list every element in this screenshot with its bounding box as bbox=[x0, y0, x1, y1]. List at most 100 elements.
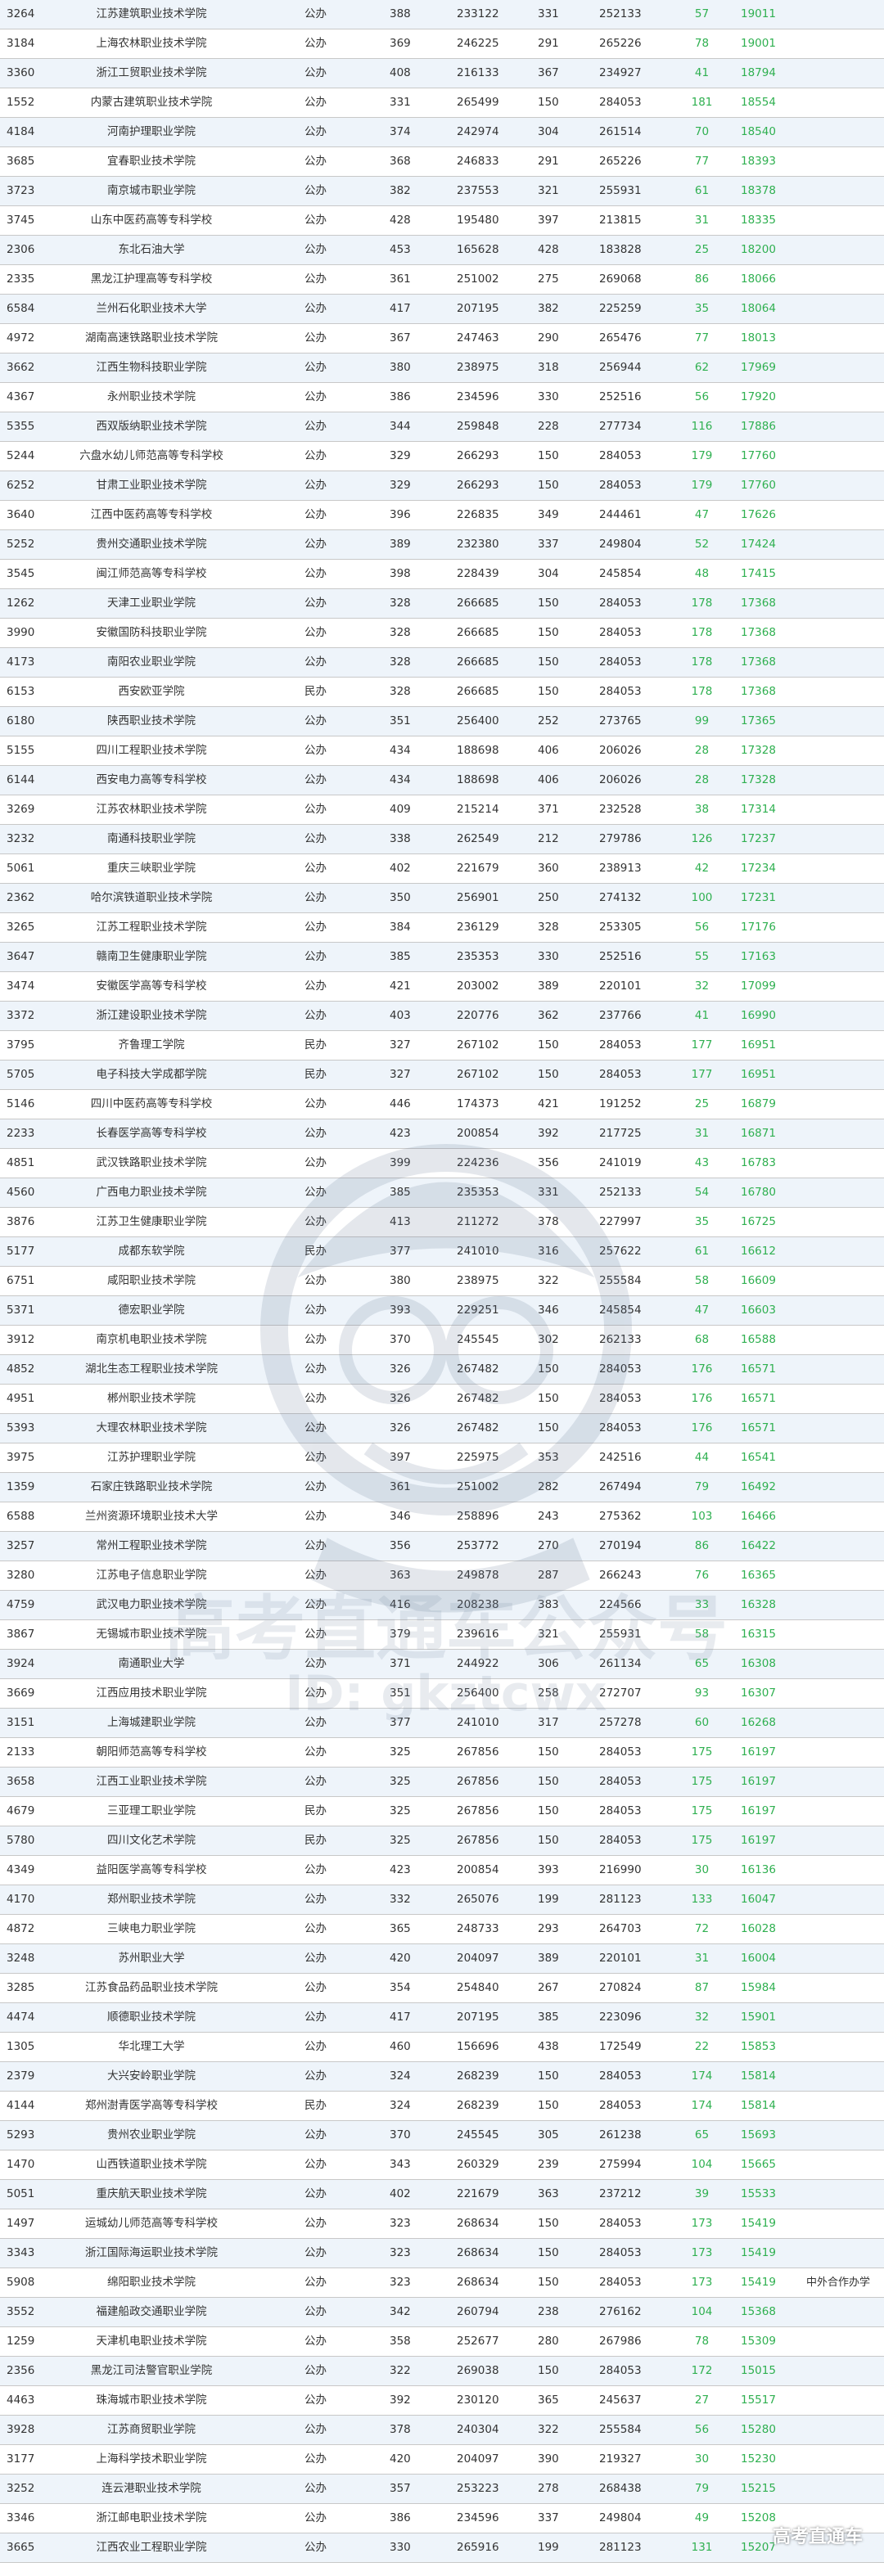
cell-value: 15208 bbox=[741, 2511, 776, 2524]
cell-min-rank: 267482 bbox=[457, 1392, 499, 1405]
cell-code: 5155 bbox=[7, 744, 35, 757]
cell-code: 6588 bbox=[7, 1510, 35, 1523]
cell-min-rank: 267102 bbox=[457, 1068, 499, 1081]
cell-value: 18064 bbox=[741, 302, 776, 315]
table-row: 3665 江西农业工程职业学院 公办 330 265916 199 281123 131 152… bbox=[0, 2533, 884, 2563]
cell-low-score: 275 bbox=[538, 272, 559, 286]
cell-low-rank: 265476 bbox=[599, 331, 642, 345]
cell-min-rank: 226835 bbox=[457, 508, 499, 521]
table-row: 1262 天津工业职业学院 公办 328 266685 150 284053 178 17368 bbox=[0, 589, 884, 619]
cell-type: 公办 bbox=[304, 773, 327, 786]
cell-min-score: 323 bbox=[390, 2246, 411, 2259]
cell-min-score: 367 bbox=[390, 331, 411, 345]
cell-code: 2233 bbox=[7, 1127, 35, 1140]
cell-min-score: 384 bbox=[390, 921, 411, 934]
table-row: 5252 贵州交通职业技术学院 公办 389 232380 337 249804 52 1742… bbox=[0, 530, 884, 560]
cell-min-rank: 216133 bbox=[457, 66, 499, 79]
cell-diff: 60 bbox=[694, 1716, 710, 1729]
table-row: 3184 上海农林职业技术学院 公办 369 246225 291 265226 78 1900… bbox=[0, 29, 884, 59]
cell-diff: 178 bbox=[691, 597, 713, 610]
cell-type: 公办 bbox=[304, 1274, 327, 1287]
cell-type: 公办 bbox=[304, 2069, 327, 2083]
table-row: 5155 四川工程职业技术学院 公办 434 188698 406 206026 28 1732… bbox=[0, 736, 884, 766]
cell-low-score: 360 bbox=[538, 862, 559, 875]
cell-code: 3552 bbox=[7, 2305, 35, 2318]
table-row: 5780 四川文化艺术学院 民办 325 267856 150 284053 175 16197 bbox=[0, 1826, 884, 1856]
cell-school: 南京机电职业技术学院 bbox=[96, 1333, 207, 1346]
cell-min-rank: 266685 bbox=[457, 655, 499, 669]
cell-low-score: 150 bbox=[538, 1392, 559, 1405]
table-row: 5177 成都东软学院 民办 377 241010 316 257622 61 16612 bbox=[0, 1237, 884, 1267]
cell-min-rank: 204097 bbox=[457, 2452, 499, 2466]
cell-min-score: 361 bbox=[390, 1480, 411, 1493]
cell-low-rank: 241019 bbox=[599, 1156, 642, 1169]
cell-min-rank: 246225 bbox=[457, 37, 499, 50]
cell-min-rank: 225975 bbox=[457, 1451, 499, 1464]
table-row: 1552 内蒙古建筑职业技术学院 公办 331 265499 150 284053 181 18… bbox=[0, 88, 884, 118]
cell-value: 17234 bbox=[741, 862, 776, 875]
cell-diff: 65 bbox=[694, 2128, 710, 2141]
cell-value: 15015 bbox=[741, 2364, 776, 2377]
cell-code: 1359 bbox=[7, 1480, 35, 1493]
cell-school: 江苏食品药品职业技术学院 bbox=[85, 1981, 218, 1994]
cell-value: 16603 bbox=[741, 1304, 776, 1317]
cell-min-score: 385 bbox=[390, 1186, 411, 1199]
cell-type: 公办 bbox=[304, 1186, 327, 1199]
cell-low-rank: 284053 bbox=[599, 655, 642, 669]
cell-low-rank: 264703 bbox=[599, 1922, 642, 1935]
cell-low-score: 330 bbox=[538, 950, 559, 963]
cell-value: 18540 bbox=[741, 125, 776, 138]
table-row: 4852 湖北生态工程职业技术学院 公办 326 267482 150 284053 176 1… bbox=[0, 1355, 884, 1385]
cell-code: 3252 bbox=[7, 2482, 35, 2495]
cell-diff: 79 bbox=[694, 1480, 710, 1493]
cell-value: 16879 bbox=[741, 1097, 776, 1110]
cell-code: 3232 bbox=[7, 832, 35, 845]
cell-low-rank: 265226 bbox=[599, 155, 642, 168]
cell-min-rank: 267482 bbox=[457, 1362, 499, 1376]
cell-min-rank: 242974 bbox=[457, 125, 499, 138]
cell-min-score: 328 bbox=[390, 626, 411, 639]
cell-low-score: 397 bbox=[538, 214, 559, 227]
cell-type: 民办 bbox=[304, 2099, 327, 2112]
cell-low-score: 389 bbox=[538, 1952, 559, 1965]
table-row: 5061 重庆三峡职业学院 公办 402 221679 360 238913 42 17234 bbox=[0, 854, 884, 884]
cell-low-score: 406 bbox=[538, 773, 559, 786]
cell-school: 江西农业工程职业学院 bbox=[96, 2541, 207, 2554]
cell-school: 郴州职业技术学院 bbox=[107, 1392, 196, 1405]
cell-low-rank: 255931 bbox=[599, 1628, 642, 1641]
cell-min-rank: 230120 bbox=[457, 2394, 499, 2407]
cell-low-score: 238 bbox=[538, 2305, 559, 2318]
cell-diff: 86 bbox=[694, 1539, 710, 1552]
cell-code: 5393 bbox=[7, 1421, 35, 1434]
cell-low-score: 385 bbox=[538, 2011, 559, 2024]
cell-low-rank: 284053 bbox=[599, 2099, 642, 2112]
cell-low-score: 393 bbox=[538, 1863, 559, 1876]
cell-code: 3184 bbox=[7, 37, 35, 50]
cell-code: 3867 bbox=[7, 1628, 35, 1641]
table-row: 6252 甘肃工业职业技术学院 公办 329 266293 150 284053 179 177… bbox=[0, 471, 884, 501]
cell-min-score: 331 bbox=[390, 96, 411, 109]
cell-diff: 65 bbox=[694, 1657, 710, 1670]
cell-min-score: 370 bbox=[390, 2128, 411, 2141]
cell-diff: 104 bbox=[691, 2305, 713, 2318]
cell-low-rank: 261238 bbox=[599, 2128, 642, 2141]
cell-school: 宜春职业技术学院 bbox=[107, 155, 196, 168]
cell-code: 2335 bbox=[7, 272, 35, 286]
table-row: 3928 江苏商贸职业学院 公办 378 240304 322 255584 56 15280 bbox=[0, 2416, 884, 2445]
cell-value: 16315 bbox=[741, 1628, 776, 1641]
table-row: 4173 南阳农业职业学院 公办 328 266685 150 284053 178 17368 bbox=[0, 648, 884, 678]
cell-diff: 133 bbox=[691, 1893, 713, 1906]
cell-min-score: 446 bbox=[390, 1097, 411, 1110]
cell-value: 15419 bbox=[741, 2217, 776, 2230]
cell-code: 1305 bbox=[7, 2040, 35, 2053]
cell-min-rank: 248733 bbox=[457, 1922, 499, 1935]
cell-min-score: 354 bbox=[390, 1981, 411, 1994]
table-row: 4851 武汉铁路职业技术学院 公办 399 224236 356 241019 43 1678… bbox=[0, 1149, 884, 1178]
cell-min-score: 369 bbox=[390, 37, 411, 50]
cell-code: 5177 bbox=[7, 1245, 35, 1258]
cell-min-score: 322 bbox=[390, 2364, 411, 2377]
cell-school: 武汉电力职业技术学院 bbox=[96, 1598, 207, 1611]
cell-diff: 176 bbox=[691, 1362, 713, 1376]
cell-code: 5780 bbox=[7, 1834, 35, 1847]
cell-value: 18200 bbox=[741, 243, 776, 256]
